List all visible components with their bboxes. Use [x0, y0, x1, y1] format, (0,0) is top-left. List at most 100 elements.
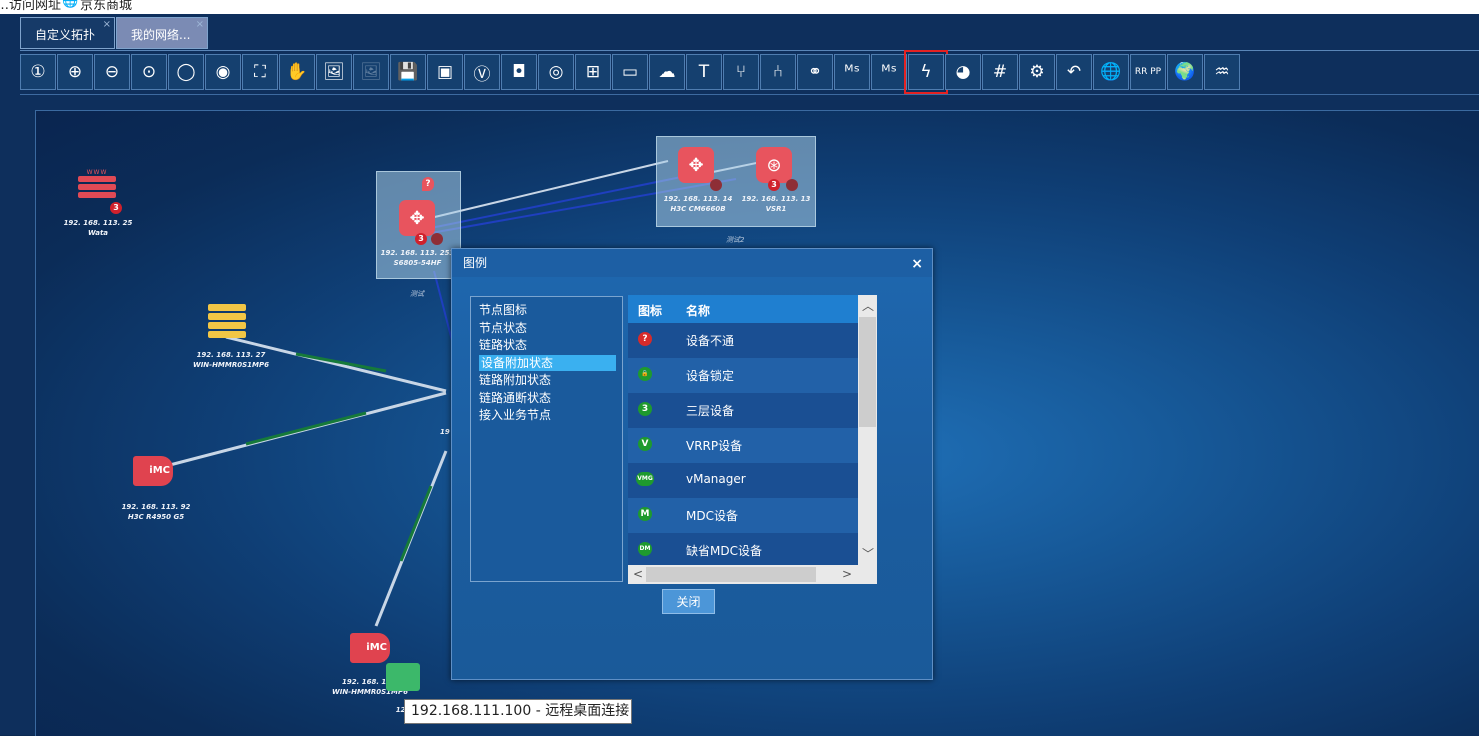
gear-icon: ⚙ [1029, 62, 1045, 82]
lightning-button[interactable]: ϟ [904, 50, 948, 94]
table-row[interactable]: M MDC设备 [628, 498, 858, 533]
text-icon: T [698, 62, 710, 82]
node-label: 192. 168. 113. 253 S6805-54HF [380, 249, 455, 267]
binoculars-button[interactable]: ⚭ [797, 54, 833, 90]
legend-category-item[interactable]: 节点状态 [479, 320, 527, 336]
topology-button[interactable]: ⊞ [575, 54, 611, 90]
table-row[interactable]: V VRRP设备 [628, 428, 858, 463]
lasso-icon: ◯ [176, 62, 196, 82]
scrollbar-thumb[interactable] [646, 567, 816, 582]
fit-button[interactable]: ⊙ [131, 54, 167, 90]
ms-link-button[interactable]: ᴹˢ [834, 54, 870, 90]
ring-icon: ◎ [548, 62, 564, 82]
lasso-button[interactable]: ◯ [168, 54, 204, 90]
vsr-node[interactable]: ⊛ [756, 147, 792, 183]
eye-button[interactable]: ◉ [205, 54, 241, 90]
background-image-button[interactable]: ▣ [427, 54, 463, 90]
ms-settings-button[interactable]: ᴹˢ [871, 54, 907, 90]
legend-status-icon: DM [638, 542, 652, 556]
add-cloud-button[interactable]: ☁ [649, 54, 685, 90]
gear-button[interactable]: ⚙ [1019, 54, 1055, 90]
zoom-1-button[interactable]: ① [20, 54, 56, 90]
add-link-button[interactable]: ⑂ [723, 54, 759, 90]
legend-category-item[interactable]: 接入业务节点 [479, 407, 551, 423]
remove-image-icon: 🖼 [360, 62, 382, 82]
zoom-out-button[interactable]: ⊖ [94, 54, 130, 90]
fullscreen-button[interactable]: ⛶ [242, 54, 278, 90]
close-icon[interactable]: × [911, 256, 923, 272]
grid-icon: # [992, 62, 1008, 82]
ring-button[interactable]: ◎ [538, 54, 574, 90]
add-cloud-icon: ☁ [658, 62, 676, 82]
layer3-badge: 3 [415, 233, 427, 245]
legend-category-item[interactable]: 节点图标 [479, 302, 527, 318]
imc-server-node[interactable]: iMC [350, 633, 390, 663]
add-image-icon: 🖼 [323, 62, 345, 82]
globe-refresh-button[interactable]: 🌐 [1093, 54, 1129, 90]
tab-custom-topology[interactable]: 自定义拓扑 × [20, 17, 115, 49]
table-row[interactable]: 🔒 设备锁定 [628, 358, 858, 393]
scroll-down-icon[interactable]: ﹀ [862, 545, 874, 562]
imc-server-node[interactable]: iMC [133, 456, 173, 486]
zoom-in-button[interactable]: ⊕ [57, 54, 93, 90]
node-label: 192. 168. 113. 25 Wata [63, 219, 133, 237]
legend-status-name: MDC设备 [686, 509, 738, 523]
link[interactable] [295, 352, 387, 373]
ms-link-icon: ᴹˢ [844, 62, 860, 82]
legend-category-item[interactable]: 设备附加状态 [479, 354, 616, 371]
folder-icon[interactable] [386, 663, 420, 691]
web-server-node[interactable]: WWW 3 [78, 169, 122, 214]
database-server-node[interactable] [208, 304, 246, 340]
bookmark-item[interactable]: …访问网址 [0, 0, 61, 13]
text-button[interactable]: T [686, 54, 722, 90]
scrollbar-thumb[interactable] [859, 317, 876, 427]
switch-node[interactable]: ✥ [399, 200, 435, 236]
close-icon[interactable]: × [103, 8, 111, 42]
tab-label: 自定义拓扑 [35, 28, 96, 42]
table-row[interactable]: DM 缺省MDC设备 [628, 533, 858, 568]
legend-category-item[interactable]: 链路通断状态 [479, 390, 551, 406]
scroll-left-icon[interactable]: < [633, 567, 643, 581]
table-row[interactable]: 3 三层设备 [628, 393, 858, 428]
remove-image-button[interactable]: 🖼 [353, 54, 389, 90]
hand-button[interactable]: ✋ [279, 54, 315, 90]
legend-category-item[interactable]: 链路状态 [479, 337, 527, 353]
save-button[interactable]: 💾 [390, 54, 426, 90]
legend-status-icon: 🔒 [638, 367, 652, 381]
table-row[interactable]: VMG vManager [628, 463, 858, 498]
legend-status-name: VRRP设备 [686, 439, 743, 453]
undo-button[interactable]: ↶ [1056, 54, 1092, 90]
link[interactable] [399, 485, 433, 562]
add-image-button[interactable]: 🖼 [316, 54, 352, 90]
legend-category-item[interactable]: 链路附加状态 [479, 372, 551, 388]
globe-button[interactable]: 🌍 [1167, 54, 1203, 90]
tab-my-network[interactable]: 我的网络... × [116, 17, 208, 49]
globe-icon: 🌐 [62, 0, 79, 9]
close-icon[interactable]: × [196, 8, 204, 42]
hand-icon: ✋ [286, 62, 308, 82]
table-row[interactable]: ? 设备不通 [628, 323, 858, 358]
close-button[interactable]: 关闭 [662, 589, 715, 614]
monitor-button[interactable]: ♒ [1204, 54, 1240, 90]
link[interactable] [245, 411, 367, 446]
frame-button[interactable]: ◘ [501, 54, 537, 90]
scroll-up-icon[interactable]: ︿ [862, 297, 874, 314]
link-button[interactable]: ⑃ [760, 54, 796, 90]
fit-icon: ⊙ [141, 62, 157, 82]
topology-app: 自定义拓扑 × 我的网络... × ① ⊕ ⊖ ⊙ ◯ ◉ ⛶ ✋ 🖼 🖼 💾 ▣ Ⓥ ◘ ◎ ⊞ ▭ ☁ T ⑂ ⑃ ⚭… [0, 14, 1479, 736]
add-device-button[interactable]: ▭ [612, 54, 648, 90]
undo-icon: ↶ [1066, 62, 1082, 82]
globe-refresh-icon: 🌐 [1100, 62, 1122, 82]
divider [20, 94, 1479, 95]
node-label: 192. 168. 113. 14 H3C CM6660B [663, 195, 733, 213]
zoom-1-icon: ① [30, 62, 46, 82]
router-node[interactable]: ✥ [678, 147, 714, 183]
legend-status-icon: 3 [638, 402, 652, 416]
palette-button[interactable]: ◕ [945, 54, 981, 90]
rrpp-button[interactable]: RR PP [1130, 54, 1166, 90]
status-badge [786, 179, 798, 191]
v-button[interactable]: Ⓥ [464, 54, 500, 90]
grid-button[interactable]: # [982, 54, 1018, 90]
legend-status-icon: M [638, 507, 652, 521]
scroll-right-icon[interactable]: > [842, 567, 852, 581]
